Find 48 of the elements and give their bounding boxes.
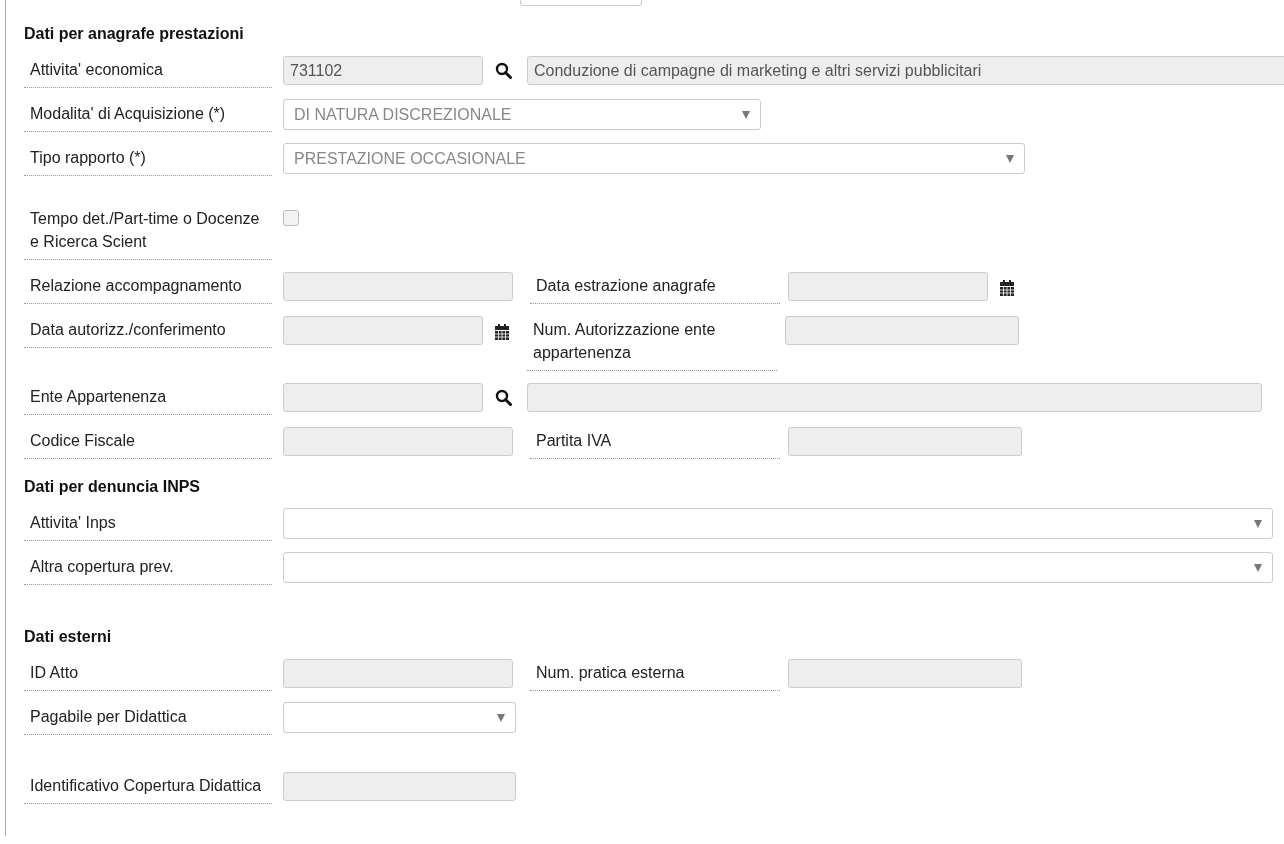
dropdown[interactable] [283, 552, 1273, 583]
field-label: Pagabile per Didattica [24, 700, 272, 735]
field-label: Ente Appartenenza [24, 380, 272, 415]
caret-icon [497, 713, 505, 722]
field-label: Codice Fiscale [24, 424, 272, 459]
section-heading: Dati esterni [24, 627, 113, 647]
input-field[interactable]: 731102 [283, 56, 483, 85]
dropdown[interactable]: PRESTAZIONE OCCASIONALE [283, 143, 1025, 174]
input-field[interactable] [283, 272, 513, 301]
field-label: Attivita' Inps [24, 506, 272, 541]
calendar-icon[interactable] [495, 324, 509, 340]
dropdown[interactable] [283, 508, 1273, 539]
field-label: Altra copertura prev. [24, 550, 272, 585]
input-field[interactable] [788, 427, 1022, 456]
input-field[interactable] [283, 383, 483, 412]
field-label: Identificativo Copertura Didattica [24, 769, 272, 804]
caret-icon [742, 110, 750, 119]
input-field[interactable] [785, 316, 1019, 345]
input-field[interactable] [283, 316, 483, 345]
caret-icon [1254, 563, 1262, 572]
field-label: Data estrazione anagrafe [530, 269, 780, 304]
input-field[interactable] [527, 383, 1262, 412]
field-label: Partita IVA [530, 424, 780, 459]
field-label: Modalita' di Acquisizione (*) [24, 97, 272, 132]
field-label: Num. pratica esterna [530, 656, 780, 691]
input-field[interactable] [283, 772, 516, 801]
input-field[interactable] [283, 659, 513, 688]
field-label: Relazione accompagnamento [24, 269, 272, 304]
calendar-icon[interactable] [1000, 280, 1014, 296]
dropdown[interactable]: DI NATURA DISCREZIONALE [283, 99, 761, 130]
field-label: Num. Autorizzazione ente appartenenza [527, 313, 777, 371]
input-field[interactable] [788, 272, 988, 301]
search-icon[interactable] [495, 62, 512, 79]
field-label: ID Atto [24, 656, 272, 691]
search-icon[interactable] [495, 389, 512, 406]
section-heading: Dati per denuncia INPS [24, 477, 202, 497]
field-label: Tipo rapporto (*) [24, 141, 272, 176]
section-heading: Dati per anagrafe prestazioni [24, 24, 245, 44]
caret-icon [1006, 154, 1014, 163]
field-label: Tempo det./Part-time o Docenze e Ricerca Scient [24, 202, 272, 260]
field-label: Attivita' economica [24, 53, 272, 88]
caret-icon [1254, 519, 1262, 528]
field-label: Data autorizz./conferimento [24, 313, 272, 348]
checkbox[interactable] [283, 210, 299, 226]
input-field[interactable] [788, 659, 1022, 688]
input-field[interactable]: Conduzione di campagne di marketing e altri servizi pubblicitari [527, 56, 1284, 85]
dropdown[interactable] [283, 702, 516, 733]
input-field[interactable] [283, 427, 513, 456]
